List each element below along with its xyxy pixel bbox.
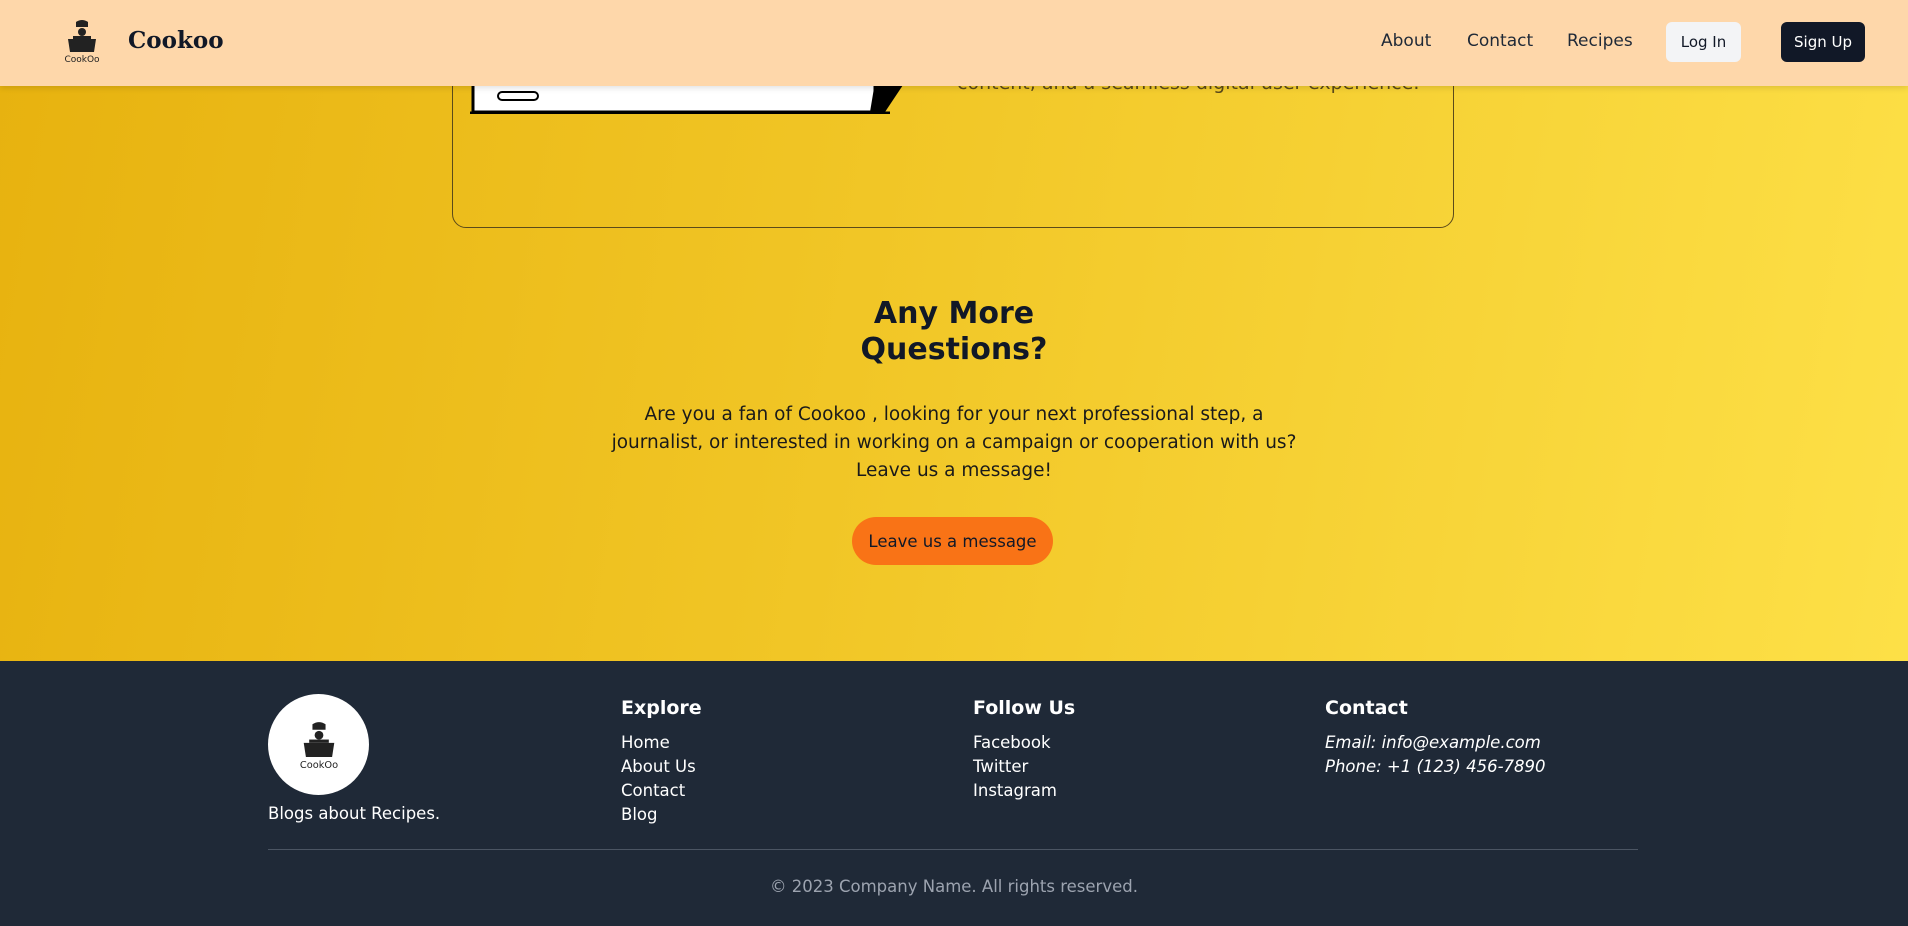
contact-heading: Contact <box>1325 697 1408 719</box>
questions-heading-line2: Questions? <box>860 332 1048 367</box>
leave-message-button[interactable]: Leave us a message <box>852 517 1053 565</box>
svg-text:CookOo: CookOo <box>64 55 100 64</box>
copyright-text: © 2023 Company Name. All rights reserved… <box>770 877 1138 896</box>
cookoo-logo-icon: CookOo <box>299 721 338 770</box>
footer-link-home[interactable]: Home <box>621 731 696 755</box>
login-button[interactable]: Log In <box>1666 22 1741 62</box>
explore-links: Home About Us Contact Blog <box>621 731 696 827</box>
navbar: CookOo Cookoo About Contact Recipes Log … <box>0 0 1908 86</box>
footer-link-contact[interactable]: Contact <box>621 779 696 803</box>
questions-text: Are you a fan of Cookoo , looking for yo… <box>611 404 1297 481</box>
footer: CookOo Blogs about Recipes. Explore Home… <box>0 661 1908 926</box>
footer-link-about-us[interactable]: About Us <box>621 755 696 779</box>
footer-link-blog[interactable]: Blog <box>621 803 696 827</box>
footer-link-twitter[interactable]: Twitter <box>973 755 1057 779</box>
questions-heading-line1: Any More <box>873 296 1035 331</box>
explore-heading: Explore <box>621 697 702 719</box>
cookoo-logo-icon[interactable]: CookOo <box>60 18 104 64</box>
brand-name[interactable]: Cookoo <box>128 27 224 54</box>
contact-phone[interactable]: Phone: +1 (123) 456-7890 <box>1325 755 1546 779</box>
footer-link-instagram[interactable]: Instagram <box>973 779 1057 803</box>
footer-link-facebook[interactable]: Facebook <box>973 731 1057 755</box>
questions-heading: Any More Questions? <box>0 296 1908 368</box>
contact-email[interactable]: Email: info@example.com <box>1325 731 1546 755</box>
footer-divider <box>268 849 1638 850</box>
signup-button[interactable]: Sign Up <box>1781 22 1865 62</box>
contact-info: Email: info@example.com Phone: +1 (123) … <box>1325 731 1546 779</box>
follow-links: Facebook Twitter Instagram <box>973 731 1057 803</box>
svg-text:CookOo: CookOo <box>299 759 337 770</box>
footer-logo[interactable]: CookOo <box>268 694 369 795</box>
footer-tagline: Blogs about Recipes. <box>268 804 441 823</box>
nav-contact[interactable]: Contact <box>1467 31 1533 51</box>
follow-heading: Follow Us <box>973 697 1076 719</box>
nav-about[interactable]: About <box>1381 31 1431 51</box>
nav-recipes[interactable]: Recipes <box>1567 31 1633 51</box>
